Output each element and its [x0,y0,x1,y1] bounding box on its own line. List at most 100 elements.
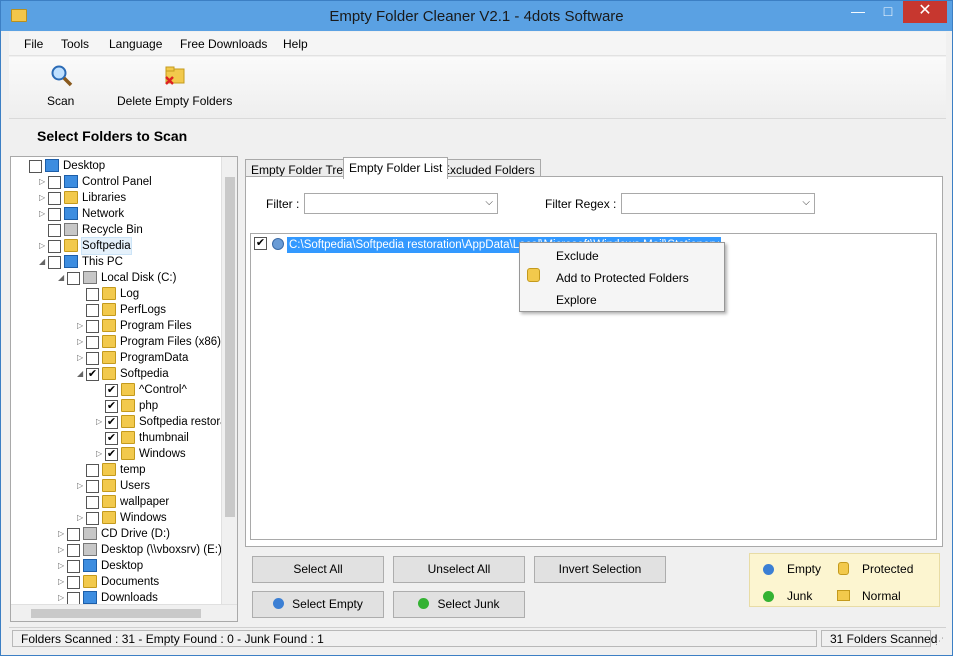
context-explore[interactable]: Explore [556,293,597,307]
tree-node-checkbox[interactable]: ✔ [105,384,118,397]
tree-node-checkbox[interactable]: ✔ [105,448,118,461]
filter-regex-combo[interactable]: ⌵ [621,193,815,214]
folder-tree[interactable]: ▷ Downloads ▷ Documents ▷ Desktop ▷ Desktop (\\… [10,156,238,622]
tree-node[interactable]: ▷ Users [11,478,221,494]
unselect-all-button[interactable]: Unselect All [393,556,525,583]
maximize-button[interactable]: □ [873,1,903,23]
tree-node[interactable]: ◢ Local Disk (C:) [11,270,221,286]
tree-node[interactable]: ▷ ✔ Windows [11,446,221,462]
tree-node-checkbox[interactable] [86,496,99,509]
context-exclude[interactable]: Exclude [556,249,599,263]
list-item-checkbox[interactable]: ✔ [254,237,267,250]
tree-node-checkbox[interactable] [48,192,61,205]
minimize-button[interactable]: — [843,1,873,23]
tree-node[interactable]: wallpaper [11,494,221,510]
tree-node-checkbox[interactable] [86,464,99,477]
tree-node[interactable]: ◢ This PC [11,254,221,270]
menu-file[interactable]: File [24,37,43,51]
filter-combo[interactable]: ⌵ [304,193,498,214]
collapse-arrow-icon[interactable]: ◢ [58,270,66,286]
tree-node-checkbox[interactable] [67,528,80,541]
expand-arrow-icon[interactable]: ▷ [58,574,66,590]
context-add-protected[interactable]: Add to Protected Folders [556,271,689,285]
tree-node-checkbox[interactable] [67,560,80,573]
menu-free-downloads[interactable]: Free Downloads [180,37,267,51]
expand-arrow-icon[interactable]: ▷ [58,526,66,542]
expand-arrow-icon[interactable]: ▷ [39,206,47,222]
menu-language[interactable]: Language [109,37,162,51]
select-empty-button[interactable]: Select Empty [252,591,384,618]
tree-hscroll-thumb[interactable] [31,609,201,618]
tree-node[interactable]: Log [11,286,221,302]
expand-arrow-icon[interactable]: ▷ [77,478,85,494]
tree-node[interactable]: ▷ Desktop (\\vboxsrv) (E:) [11,542,222,558]
tree-node-checkbox[interactable] [67,544,80,557]
tree-vertical-scrollbar[interactable] [221,157,237,606]
tree-node[interactable]: ▷ CD Drive (D:) [11,526,221,542]
tree-node[interactable]: ✔ ^Control^ [11,382,221,398]
delete-empty-folders-button[interactable]: Delete Empty Folders [117,63,232,108]
expand-arrow-icon[interactable]: ▷ [39,238,47,254]
tree-node-checkbox[interactable] [67,576,80,589]
tree-node[interactable]: PerfLogs [11,302,221,318]
tree-node[interactable]: ▷ Network [11,206,221,222]
tree-node-checkbox[interactable] [67,272,80,285]
tree-node[interactable]: ▷ Documents [11,574,221,590]
expand-arrow-icon[interactable]: ▷ [39,174,47,190]
expand-arrow-icon[interactable]: ▷ [58,558,66,574]
select-all-button[interactable]: Select All [252,556,384,583]
tree-node-checkbox[interactable] [29,160,42,173]
tree-node-checkbox[interactable] [48,256,61,269]
tree-node-checkbox[interactable] [48,240,61,253]
tree-node[interactable]: ▷ Windows [11,510,221,526]
tree-node[interactable]: ✔ thumbnail [11,430,221,446]
tree-node[interactable]: ◢ ✔ Softpedia [11,366,221,382]
tree-node-checkbox[interactable] [48,224,61,237]
tree-node-checkbox[interactable] [86,336,99,349]
tree-node[interactable]: ✔ php [11,398,221,414]
tree-node[interactable]: ▷ Control Panel [11,174,221,190]
tree-node[interactable]: ▷ Libraries [11,190,221,206]
tree-node-checkbox[interactable] [48,208,61,221]
menu-help[interactable]: Help [283,37,308,51]
tree-node[interactable]: ▷ ✔ Softpedia restoration [11,414,237,430]
tab-empty-folder-list[interactable]: Empty Folder List [343,157,449,179]
tree-node[interactable]: ▷ Desktop [11,558,221,574]
collapse-arrow-icon[interactable]: ◢ [39,254,47,270]
expand-arrow-icon[interactable]: ▷ [77,510,85,526]
tree-node[interactable]: ▷ Softpedia [11,237,221,255]
expand-arrow-icon[interactable]: ▷ [96,446,104,462]
select-junk-button[interactable]: Select Junk [393,591,525,618]
scan-button[interactable]: Scan [47,63,74,108]
tree-node[interactable]: ▷ Program Files [11,318,221,334]
tree-node[interactable]: temp [11,462,221,478]
close-button[interactable]: ✕ [903,1,947,23]
collapse-arrow-icon[interactable]: ◢ [77,366,85,382]
tree-node[interactable]: Desktop [11,158,221,174]
expand-arrow-icon[interactable]: ▷ [39,190,47,206]
tree-horizontal-scrollbar[interactable] [11,604,237,621]
expand-arrow-icon[interactable]: ▷ [58,542,66,558]
tree-node-checkbox[interactable] [48,176,61,189]
expand-arrow-icon[interactable]: ▷ [96,414,104,430]
expand-arrow-icon[interactable]: ▷ [77,334,85,350]
tree-node-checkbox[interactable] [86,288,99,301]
tree-node-checkbox[interactable]: ✔ [86,368,99,381]
invert-selection-button[interactable]: Invert Selection [534,556,666,583]
menu-tools[interactable]: Tools [61,37,89,51]
tree-node[interactable]: ▷ ProgramData [11,350,221,366]
tree-node-checkbox[interactable] [86,320,99,333]
expand-arrow-icon[interactable]: ▷ [77,318,85,334]
tree-vscroll-thumb[interactable] [225,177,235,517]
tree-node-checkbox[interactable]: ✔ [105,400,118,413]
tree-node-checkbox[interactable] [86,480,99,493]
tree-node-checkbox[interactable]: ✔ [105,416,118,429]
tree-node-checkbox[interactable] [86,304,99,317]
resize-grip-icon[interactable]: ⋰ [935,636,944,647]
tree-node-checkbox[interactable] [86,352,99,365]
tree-node[interactable]: Recycle Bin [11,222,221,238]
tree-node[interactable]: ▷ Program Files (x86) [11,334,221,350]
expand-arrow-icon[interactable]: ▷ [77,350,85,366]
tree-node-checkbox[interactable]: ✔ [105,432,118,445]
tree-node-checkbox[interactable] [86,512,99,525]
